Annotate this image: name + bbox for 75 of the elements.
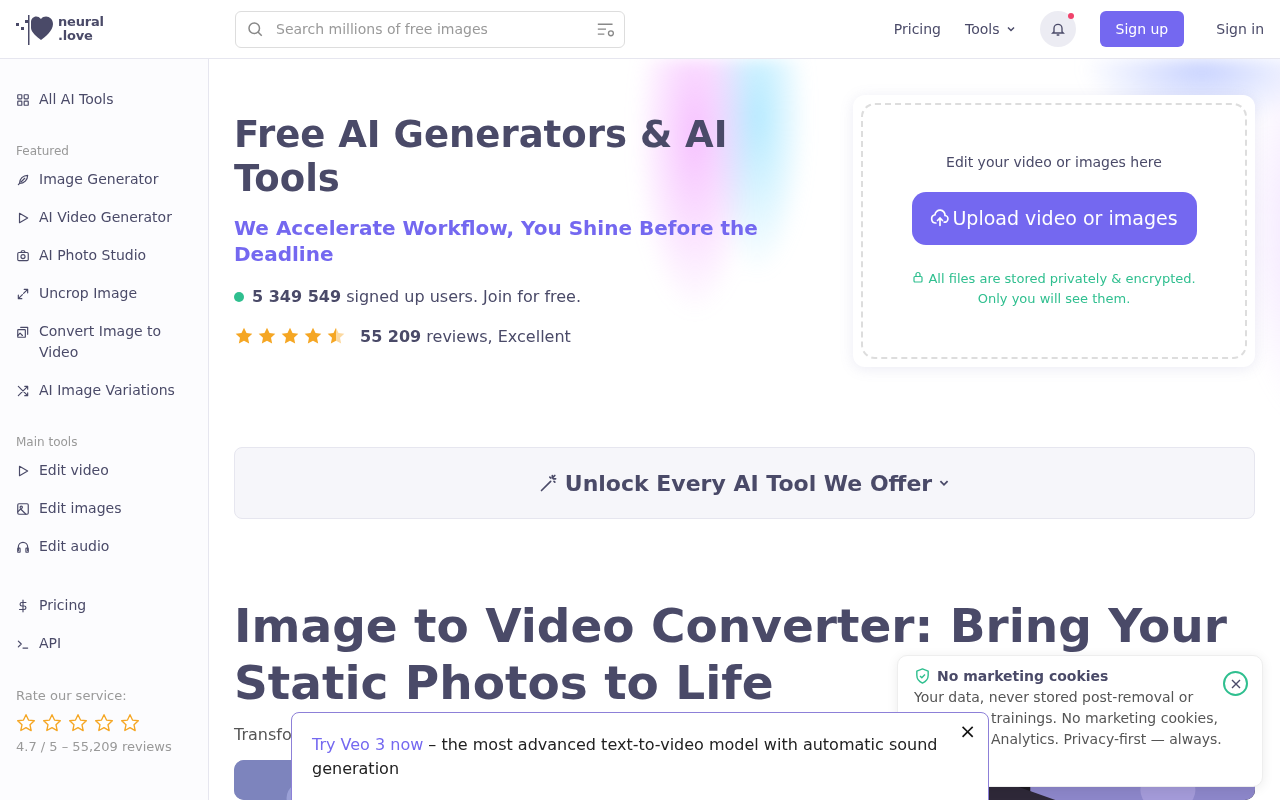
promo-text: Try Veo 3 now – the most advanced text-to-video model with automatic sound generation — [312, 734, 939, 780]
sign-up-button[interactable]: Sign up — [1099, 11, 1185, 47]
sidebar-item[interactable]: Pricing — [16, 591, 192, 629]
grid-icon — [16, 93, 30, 107]
cookie-text: Analytics. Privacy-first — always. — [991, 730, 1222, 749]
close-button[interactable] — [1223, 671, 1248, 696]
cookie-text: Your data, never stored post-removal or — [914, 688, 1195, 707]
star-icon — [326, 326, 346, 346]
star-icon[interactable] — [42, 713, 62, 733]
close-button[interactable]: × — [959, 719, 976, 743]
rating-summary: 4.7 / 5 – 55,209 reviews — [16, 739, 173, 754]
sidebar-item[interactable]: AI Photo Studio — [16, 241, 192, 279]
privacy-note: All files are stored privately & encrypted. Only you will see them. — [904, 268, 1204, 309]
notification-button[interactable] — [1039, 11, 1076, 47]
upload-prompt: Edit your video or images here — [946, 153, 1162, 170]
sidebar-item[interactable]: Edit video — [16, 456, 192, 494]
sidebar-item[interactable]: Edit audio — [16, 532, 192, 570]
hero-subtitle: We Accelerate Workflow, You Shine Before the Deadline — [234, 215, 759, 267]
close-icon — [1229, 677, 1242, 690]
sidebar-item[interactable]: AI Image Variations — [16, 376, 192, 414]
rating-label: Rate our service: — [16, 688, 128, 703]
terminal-icon — [16, 637, 30, 651]
cloud-upload-icon — [930, 208, 951, 228]
sidebar-item[interactable]: Edit images — [16, 494, 192, 532]
article-intro: Transfo — [234, 725, 293, 744]
article-title: Static Photos to Life — [234, 654, 774, 711]
magic-wand-icon — [538, 473, 559, 493]
headphones-icon — [16, 540, 30, 554]
online-dot — [234, 291, 244, 302]
star-icon[interactable] — [94, 713, 114, 733]
sidebar-item[interactable]: Convert Image to Video — [16, 317, 192, 376]
try-veo-link[interactable]: Try Veo 3 now — [312, 735, 424, 754]
sidebar-item[interactable]: All AI Tools — [16, 85, 192, 123]
cookie-title: No marketing cookies — [937, 668, 1109, 684]
unlock-tools-button[interactable]: Unlock Every AI Tool We Offer — [234, 447, 1255, 519]
star-icon[interactable] — [120, 713, 140, 733]
sign-in-link[interactable]: Sign in — [1216, 21, 1264, 37]
upload-button[interactable]: Upload video or images — [911, 191, 1197, 245]
logo-text[interactable]: neural .love — [58, 15, 104, 43]
star-icon — [280, 326, 300, 346]
star-icon[interactable] — [16, 713, 36, 733]
shield-check-icon — [914, 667, 931, 685]
dollar-icon — [16, 599, 30, 613]
shuffle-icon — [16, 384, 30, 398]
play-icon — [16, 211, 30, 225]
chevron-down-icon — [1005, 24, 1016, 34]
camera-icon — [16, 249, 30, 263]
play-icon — [16, 464, 30, 478]
image-icon — [16, 502, 30, 516]
section-heading: Main tools — [16, 435, 79, 449]
tools-menu[interactable]: Tools — [965, 21, 1016, 37]
sidebar-item[interactable]: API — [16, 629, 192, 667]
sidebar-item[interactable]: AI Video Generator — [16, 203, 192, 241]
sidebar-item[interactable]: Uncrop Image — [16, 279, 192, 317]
star-icon — [234, 326, 254, 346]
cookie-text: trainings. No marketing cookies, — [991, 709, 1218, 728]
feather-icon — [16, 173, 30, 187]
bell-icon — [1049, 21, 1066, 37]
section-heading: Featured — [16, 144, 70, 158]
star-icon — [257, 326, 277, 346]
search-icon — [246, 19, 264, 38]
star-icon[interactable] — [68, 713, 88, 733]
drop-zone[interactable]: Edit your video or images here Upload video or images All files are stored privately & encrypted. Only you will see them. — [861, 103, 1247, 359]
review-count-text: 55 209 reviews, Excellent — [360, 326, 571, 346]
article-title: Image to Video Converter: Bring Your — [234, 597, 1227, 654]
hero-title: Free AI Generators & AI Tools — [234, 113, 729, 201]
star-icon — [303, 326, 323, 346]
search-field[interactable]: Search millions of free images — [235, 10, 625, 48]
lock-icon — [912, 270, 925, 283]
images-icon — [16, 325, 30, 339]
heart-logo-icon — [16, 12, 54, 46]
pricing-link[interactable]: Pricing — [893, 21, 941, 37]
expand-icon — [16, 287, 30, 301]
user-count-text: 5 349 549 signed up users. Join for free. — [252, 287, 581, 306]
sidebar-item[interactable]: Image Generator — [16, 165, 192, 203]
